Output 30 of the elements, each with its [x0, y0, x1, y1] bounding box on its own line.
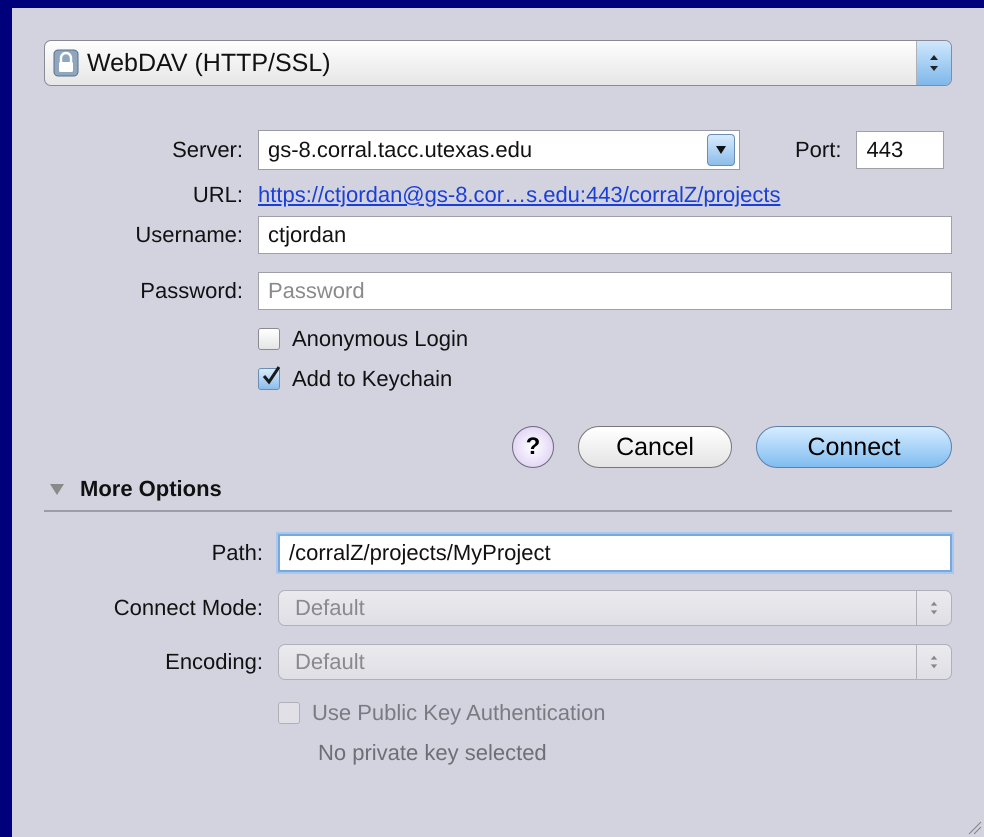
more-options-disclosure[interactable]: More Options [44, 476, 222, 502]
url-link[interactable]: https://ctjordan@gs-8.cor…s.edu:443/corralZ/projects [258, 182, 780, 208]
up-down-arrows-icon [929, 53, 939, 73]
dropdown-arrow-icon [716, 146, 726, 154]
field-label: Port: [795, 137, 842, 163]
field-label: Username: [134, 222, 243, 248]
connect-button[interactable]: Connect [756, 426, 952, 468]
resize-grip-icon [968, 821, 982, 835]
up-down-arrows-icon [930, 654, 938, 670]
checkbox[interactable]: Anonymous Login [258, 326, 468, 352]
cancel-button[interactable]: Cancel [578, 426, 732, 468]
username-field[interactable]: ctjordan [258, 216, 952, 254]
field-label: Encoding: [164, 649, 263, 675]
key-status-text: No private key selected [318, 740, 548, 766]
password-field[interactable]: Password [258, 272, 952, 310]
field-label: Server: [171, 137, 243, 163]
port-field[interactable]: 443 [856, 131, 944, 169]
field-label: URL: [192, 182, 243, 208]
checkbox[interactable]: Add to Keychain [258, 366, 452, 392]
help-button[interactable]: ? [512, 426, 554, 468]
disclosure-triangle-icon [50, 482, 64, 496]
server-combo-box[interactable]: gs-8.corral.tacc.utexas.edu [258, 130, 740, 170]
path-field[interactable]: /corralZ/projects/MyProject [278, 534, 952, 572]
field-label: Password: [139, 278, 243, 304]
checkmark-icon [260, 365, 282, 387]
protocol-popup[interactable]: WebDAV (HTTP/SSL) [44, 40, 952, 86]
up-down-arrows-icon [930, 600, 938, 616]
field-label: Path: [210, 540, 263, 566]
field-label: Connect Mode: [112, 595, 263, 621]
lock-icon [53, 49, 79, 77]
